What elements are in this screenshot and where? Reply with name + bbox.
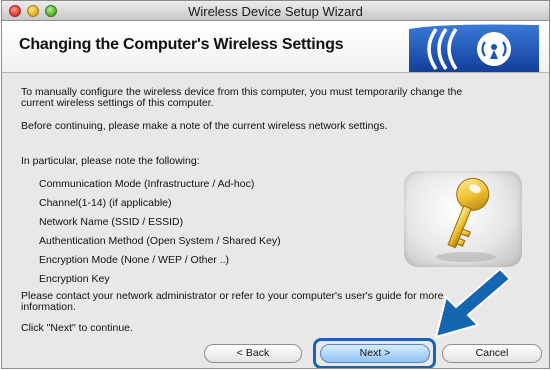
list-item: Communication Mode (Infrastructure / Ad-… xyxy=(39,178,255,190)
list-item: Encryption Mode (None / WEP / Other ..) xyxy=(39,254,230,266)
key-icon xyxy=(404,171,522,267)
window-title: Wireless Device Setup Wizard xyxy=(188,4,363,19)
list-item: Network Name (SSID / ESSID) xyxy=(39,216,184,228)
before-note-text: Before continuing, please make a note of… xyxy=(21,120,388,132)
title-bar: Wireless Device Setup Wizard xyxy=(2,1,549,21)
list-item: Encryption Key xyxy=(39,273,110,285)
particular-heading: In particular, please note the following… xyxy=(21,155,200,167)
wizard-header: Changing the Computer's Wireless Setting… xyxy=(2,21,549,73)
next-button[interactable]: Next > xyxy=(320,344,430,363)
back-button[interactable]: < Back xyxy=(204,344,302,363)
arrow-pointer-icon xyxy=(422,263,512,348)
intro-text-line2: current wireless settings of this comput… xyxy=(21,97,214,109)
list-item: Authentication Method (Open System / Sha… xyxy=(39,235,281,247)
contact-text-line1: Please contact your network administrato… xyxy=(21,290,444,302)
page-title: Changing the Computer's Wireless Setting… xyxy=(19,36,344,53)
wireless-signal-icon xyxy=(374,23,539,72)
contact-text-line2: information. xyxy=(21,301,76,313)
click-next-text: Click "Next" to continue. xyxy=(21,322,133,334)
list-item: Channel(1-14) (if applicable) xyxy=(39,197,172,209)
wizard-window: Wireless Device Setup Wizard Changing th… xyxy=(1,0,550,369)
